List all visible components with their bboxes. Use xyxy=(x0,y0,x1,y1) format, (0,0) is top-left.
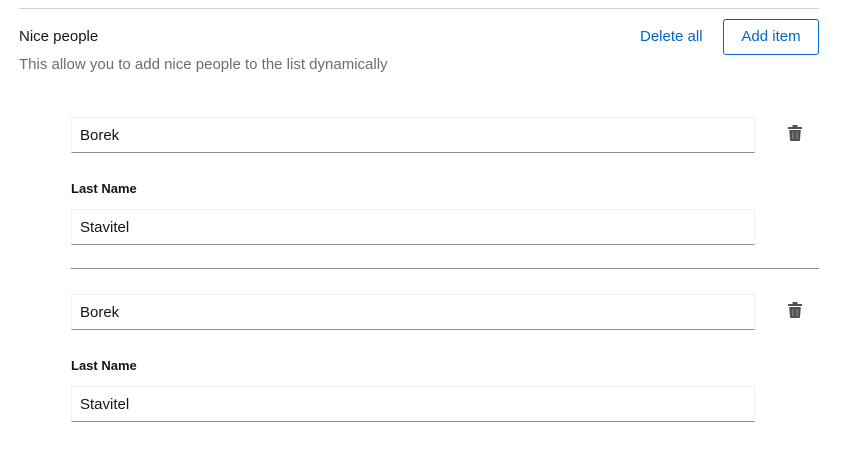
add-item-button[interactable]: Add item xyxy=(723,19,819,55)
last-name-label: Last Name xyxy=(71,181,137,196)
dynamic-list-form: Nice people This allow you to add nice p… xyxy=(0,0,846,456)
section-title: Nice people xyxy=(19,28,99,45)
top-divider xyxy=(19,8,819,9)
remove-item-button[interactable] xyxy=(781,300,809,324)
list-item: Last Name xyxy=(71,294,819,424)
last-name-label: Last Name xyxy=(71,358,137,373)
first-name-field[interactable] xyxy=(71,117,755,153)
entry-divider xyxy=(71,268,819,269)
section-description: This allow you to add nice people to the… xyxy=(19,56,388,73)
first-name-field[interactable] xyxy=(71,294,755,330)
last-name-field[interactable] xyxy=(71,209,755,245)
trash-icon xyxy=(788,124,802,146)
last-name-field[interactable] xyxy=(71,386,755,422)
remove-item-button[interactable] xyxy=(781,123,809,147)
list-item: Last Name xyxy=(71,117,819,247)
delete-all-button[interactable]: Delete all xyxy=(633,19,710,55)
trash-icon xyxy=(788,301,802,323)
